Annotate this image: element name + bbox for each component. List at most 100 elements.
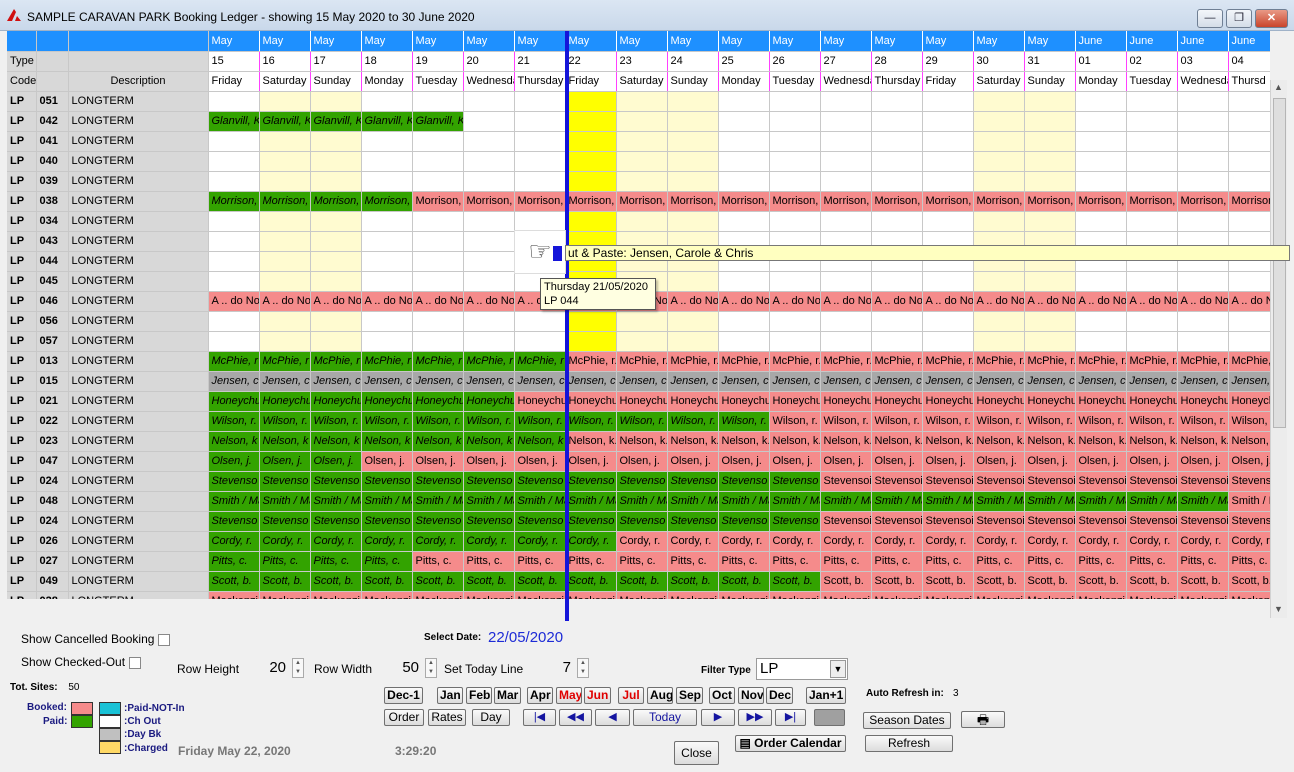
booking-cell-booked[interactable]: Pitts, c. bbox=[514, 551, 566, 572]
booking-cell-empty[interactable] bbox=[565, 111, 617, 132]
booking-cell-booked[interactable]: Pitts, c. bbox=[1177, 551, 1229, 572]
booking-cell-booked[interactable]: Pitts, c. bbox=[667, 551, 719, 572]
booking-cell-paid[interactable]: Stevenso bbox=[259, 471, 311, 492]
filter-type-select[interactable]: LP ▼ bbox=[756, 658, 848, 680]
booking-cell-booked[interactable]: Olsen, j. bbox=[1177, 451, 1229, 472]
booking-cell-empty[interactable] bbox=[1177, 171, 1229, 192]
booking-cell-booked[interactable]: Nelson, k. bbox=[1126, 431, 1178, 452]
booking-cell-paid[interactable]: Scott, b. bbox=[514, 571, 566, 592]
booking-cell-paid[interactable]: Scott, b. bbox=[310, 571, 362, 592]
booking-cell-paid[interactable]: Pitts, c. bbox=[310, 551, 362, 572]
row-width-stepper[interactable]: ▲ ▼ bbox=[425, 658, 437, 678]
booking-cell-booked[interactable]: Mackenzie bbox=[310, 591, 362, 599]
booking-cell-empty[interactable] bbox=[973, 171, 1025, 192]
booking-cell-booked[interactable]: Mackenzie bbox=[259, 591, 311, 599]
scroll-down-icon[interactable]: ▼ bbox=[1274, 604, 1283, 614]
booking-cell-paid[interactable]: Glanvill, K bbox=[412, 111, 464, 132]
maximize-button[interactable]: ❐ bbox=[1226, 9, 1252, 28]
booking-cell-paid[interactable]: Stevenso bbox=[259, 511, 311, 532]
booking-cell-paid[interactable]: Wilson, r. bbox=[565, 411, 617, 432]
first-page-button[interactable]: |◀ bbox=[523, 709, 556, 726]
booking-cell-booked[interactable]: Nelson, k. bbox=[769, 431, 821, 452]
booking-cell-booked[interactable]: Mackenzie bbox=[922, 591, 974, 599]
booking-cell-empty[interactable] bbox=[412, 311, 464, 332]
booking-cell-booked[interactable]: Nelson, k. bbox=[718, 431, 770, 452]
booking-cell-booked[interactable]: Olsen, j. bbox=[922, 451, 974, 472]
booking-cell-booked[interactable]: Stevensoi bbox=[973, 471, 1025, 492]
booking-cell-empty[interactable] bbox=[412, 91, 464, 112]
booking-cell-booked[interactable]: Nelson, k. bbox=[922, 431, 974, 452]
print-button[interactable]: 🖶 bbox=[961, 711, 1005, 728]
booking-cell-empty[interactable] bbox=[718, 151, 770, 172]
booking-cell-paid[interactable]: Olsen, j. bbox=[310, 451, 362, 472]
booking-cell-booked[interactable]: Morrison, bbox=[1177, 191, 1229, 212]
booking-cell-paid[interactable]: Stevenso bbox=[361, 511, 413, 532]
booking-cell-empty[interactable] bbox=[1177, 151, 1229, 172]
booking-cell-empty[interactable] bbox=[310, 311, 362, 332]
month-button-aug[interactable]: Aug bbox=[647, 687, 673, 704]
booking-cell-booked[interactable]: A .. do No bbox=[208, 291, 260, 312]
booking-cell-booked[interactable]: Honeychu bbox=[922, 391, 974, 412]
booking-cell-empty[interactable] bbox=[412, 211, 464, 232]
header-date[interactable]: 17 bbox=[310, 51, 362, 72]
month-button-sep[interactable]: Sep bbox=[676, 687, 703, 704]
booking-cell-booked[interactable]: Morrison, bbox=[1126, 191, 1178, 212]
booking-cell-booked[interactable]: Stevensoi bbox=[1228, 471, 1270, 492]
booking-cell-paid[interactable]: Nelson, k bbox=[412, 431, 464, 452]
booking-cell-dayblk[interactable]: Jensen, c bbox=[1177, 371, 1229, 392]
booking-cell-dayblk[interactable]: Jensen, c bbox=[463, 371, 515, 392]
booking-cell-paid[interactable]: McPhie, r bbox=[310, 351, 362, 372]
booking-cell-paid[interactable]: Pitts, c. bbox=[208, 551, 260, 572]
booking-cell-booked[interactable]: McPhie, r. bbox=[1024, 351, 1076, 372]
booking-cell-booked[interactable]: A .. do No bbox=[769, 291, 821, 312]
header-date[interactable]: 16 bbox=[259, 51, 311, 72]
booking-cell-empty[interactable] bbox=[1024, 111, 1076, 132]
booking-cell-empty[interactable] bbox=[208, 151, 260, 172]
show-cancelled-control[interactable]: Show Cancelled Booking bbox=[21, 632, 171, 646]
booking-cell-booked[interactable]: McPhie, r. bbox=[718, 351, 770, 372]
booking-cell-empty[interactable] bbox=[310, 331, 362, 352]
booking-cell-empty[interactable] bbox=[667, 271, 719, 292]
booking-cell-empty[interactable] bbox=[259, 251, 311, 272]
booking-cell-dayblk[interactable]: Jensen, c bbox=[1075, 371, 1127, 392]
booking-cell-empty[interactable] bbox=[463, 251, 515, 272]
booking-cell-empty[interactable] bbox=[259, 91, 311, 112]
booking-cell-empty[interactable] bbox=[616, 211, 668, 232]
booking-cell-empty[interactable] bbox=[1075, 171, 1127, 192]
booking-cell-empty[interactable] bbox=[412, 271, 464, 292]
header-date[interactable]: 27 bbox=[820, 51, 872, 72]
close-window-button[interactable]: ✕ bbox=[1255, 9, 1288, 28]
booking-cell-booked[interactable]: Wilson, r. bbox=[1024, 411, 1076, 432]
booking-cell-empty[interactable] bbox=[973, 331, 1025, 352]
next-week-button[interactable]: ▶▶ bbox=[738, 709, 772, 726]
booking-cell-booked[interactable]: Scott, b. bbox=[922, 571, 974, 592]
booking-cell-empty[interactable] bbox=[718, 211, 770, 232]
booking-cell-paid[interactable]: Wilson, r. bbox=[463, 411, 515, 432]
booking-cell-paid[interactable]: Smith / Ma bbox=[667, 491, 719, 512]
booking-cell-paid[interactable]: Stevenso bbox=[565, 471, 617, 492]
booking-cell-booked[interactable]: Mackenzie bbox=[1024, 591, 1076, 599]
booking-cell-booked[interactable]: Mackenzie bbox=[1126, 591, 1178, 599]
booking-cell-paid[interactable]: Smith / Ma bbox=[310, 491, 362, 512]
booking-cell-booked[interactable]: Morrison, bbox=[1228, 191, 1270, 212]
booking-cell-empty[interactable] bbox=[718, 111, 770, 132]
booking-cell-empty[interactable] bbox=[514, 331, 566, 352]
booking-cell-empty[interactable] bbox=[820, 111, 872, 132]
booking-cell-booked[interactable]: Stevensoi bbox=[922, 471, 974, 492]
booking-cell-empty[interactable] bbox=[1177, 211, 1229, 232]
booking-cell-booked[interactable]: Mackenzie bbox=[463, 591, 515, 599]
booking-cell-empty[interactable] bbox=[412, 231, 464, 252]
booking-cell-paid[interactable]: Smith / Ma bbox=[616, 491, 668, 512]
booking-cell-empty[interactable] bbox=[718, 271, 770, 292]
booking-cell-paid[interactable]: Scott, b. bbox=[259, 571, 311, 592]
booking-cell-empty[interactable] bbox=[1075, 211, 1127, 232]
booking-cell-empty[interactable] bbox=[718, 331, 770, 352]
booking-cell-empty[interactable] bbox=[1024, 91, 1076, 112]
booking-cell-empty[interactable] bbox=[514, 171, 566, 192]
booking-cell-paid[interactable]: Stevenso bbox=[412, 471, 464, 492]
booking-cell-booked[interactable]: Mackenzie bbox=[208, 591, 260, 599]
booking-cell-booked[interactable]: A .. do No bbox=[310, 291, 362, 312]
booking-cell-empty[interactable] bbox=[310, 151, 362, 172]
booking-cell-booked[interactable]: Cordy, r. bbox=[769, 531, 821, 552]
booking-cell-paid[interactable]: Honeychu bbox=[412, 391, 464, 412]
